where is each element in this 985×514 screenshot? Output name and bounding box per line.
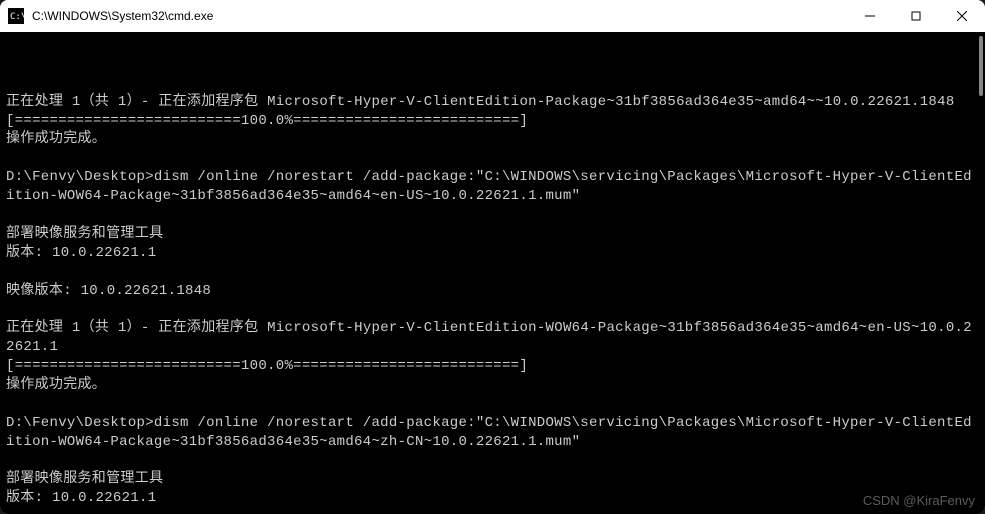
- terminal-line: [6, 206, 979, 225]
- terminal-line: 正在处理 1（共 1）- 正在添加程序包 Microsoft-Hyper-V-C…: [6, 93, 979, 112]
- maximize-button[interactable]: [893, 0, 939, 32]
- terminal-line: D:\Fenvy\Desktop>dism /online /norestart…: [6, 168, 979, 206]
- terminal-line: [6, 508, 979, 514]
- window-title: C:\WINDOWS\System32\cmd.exe: [32, 9, 847, 23]
- scrollbar-thumb[interactable]: [979, 36, 983, 96]
- terminal-line: 映像版本: 10.0.22621.1848: [6, 282, 979, 301]
- titlebar[interactable]: C:\ C:\WINDOWS\System32\cmd.exe: [0, 0, 985, 32]
- terminal-line: 操作成功完成。: [6, 376, 979, 395]
- terminal-line: [==========================100.0%=======…: [6, 357, 979, 376]
- terminal-line: 部署映像服务和管理工具: [6, 225, 979, 244]
- terminal-output[interactable]: 正在处理 1（共 1）- 正在添加程序包 Microsoft-Hyper-V-C…: [0, 32, 985, 514]
- window-controls: [847, 0, 985, 32]
- terminal-line: [==========================100.0%=======…: [6, 112, 979, 131]
- close-button[interactable]: [939, 0, 985, 32]
- cmd-window: C:\ C:\WINDOWS\System32\cmd.exe 正在处理 1（共…: [0, 0, 985, 514]
- terminal-line: 正在处理 1（共 1）- 正在添加程序包 Microsoft-Hyper-V-C…: [6, 319, 979, 357]
- terminal-line: D:\Fenvy\Desktop>dism /online /norestart…: [6, 414, 979, 452]
- terminal-line: 操作成功完成。: [6, 130, 979, 149]
- terminal-line: [6, 300, 979, 319]
- terminal-line: 版本: 10.0.22621.1: [6, 244, 979, 263]
- terminal-line: 部署映像服务和管理工具: [6, 470, 979, 489]
- terminal-line: [6, 452, 979, 471]
- terminal-line: [6, 263, 979, 282]
- terminal-line: 版本: 10.0.22621.1: [6, 489, 979, 508]
- cmd-icon: C:\: [8, 8, 24, 24]
- terminal-line: [6, 395, 979, 414]
- terminal-line: [6, 149, 979, 168]
- svg-text:C:\: C:\: [10, 12, 24, 22]
- minimize-button[interactable]: [847, 0, 893, 32]
